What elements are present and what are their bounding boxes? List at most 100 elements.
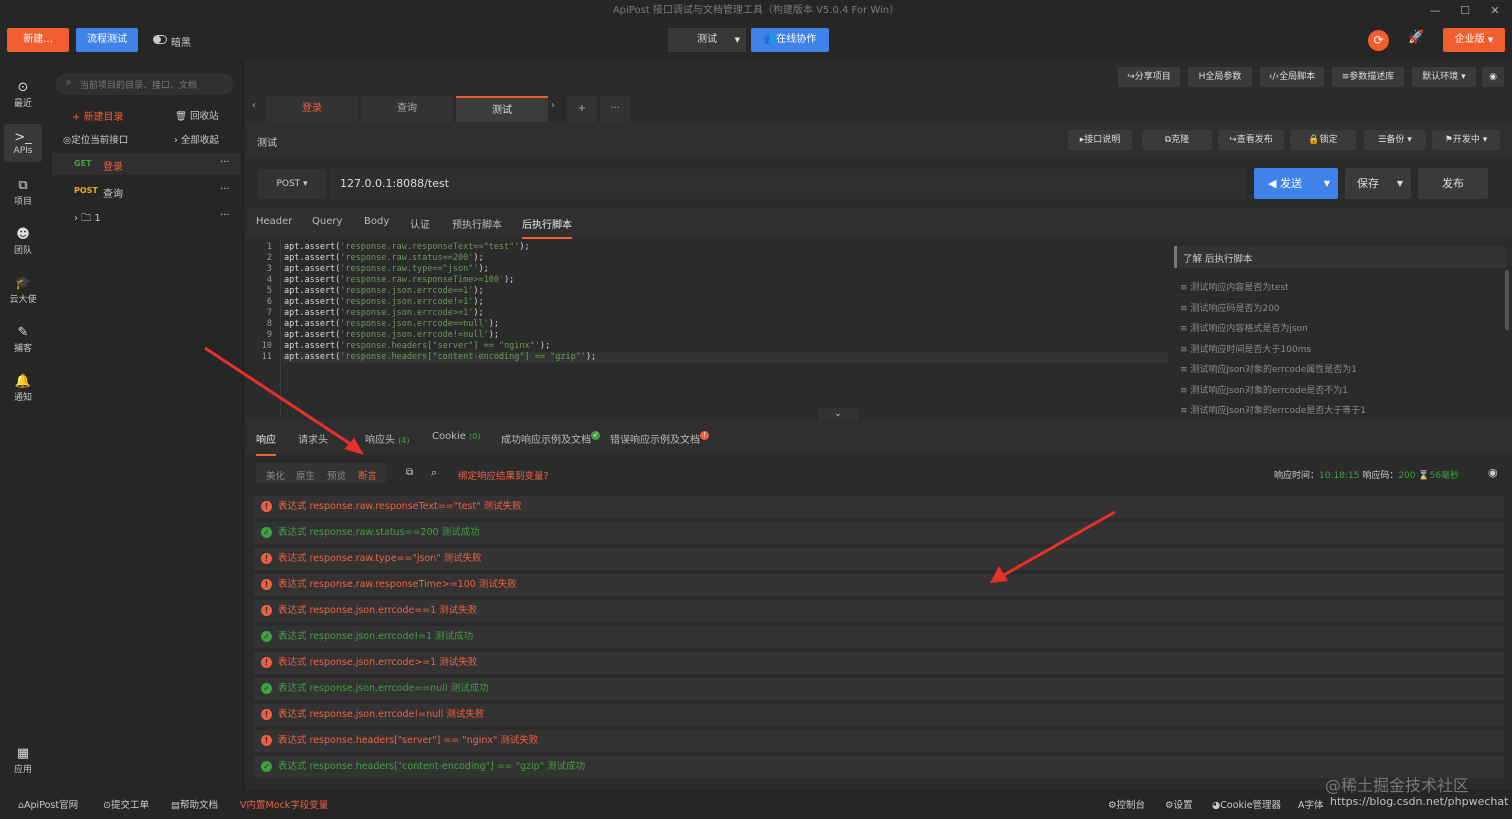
more-icon[interactable]: ··· bbox=[220, 184, 230, 195]
folder-row[interactable]: › 🗀 1 bbox=[74, 211, 101, 228]
enterprise-button[interactable]: 企业版 ▼ bbox=[1443, 28, 1505, 52]
code-line[interactable]: apt.assert('response.json.errcode>=1'); bbox=[284, 308, 484, 318]
nav-project[interactable]: ⧉ 项目 bbox=[0, 178, 46, 207]
code-line[interactable]: apt.assert('response.headers["server"] =… bbox=[284, 341, 550, 351]
tips-header-label[interactable]: 了解 后执行脚本 bbox=[1183, 251, 1253, 265]
tab-request-headers[interactable]: 请求头 bbox=[298, 431, 328, 446]
mode-pretty[interactable]: 美化 bbox=[266, 468, 285, 482]
mock-link[interactable]: V内置Mock字段变量 bbox=[240, 797, 328, 811]
settings-link[interactable]: ⚙设置 bbox=[1165, 797, 1193, 811]
nav-team[interactable]: ☻ 团队 bbox=[0, 227, 46, 256]
code-line[interactable]: apt.assert('response.headers["content-en… bbox=[284, 352, 596, 362]
method-select[interactable]: POST ▾ bbox=[258, 169, 326, 199]
tab-next-icon[interactable]: › bbox=[551, 100, 555, 111]
tree-item-query[interactable]: 查询 bbox=[103, 185, 123, 200]
code-line[interactable]: apt.assert('response.raw.type=="json"'); bbox=[284, 264, 489, 274]
mode-preview[interactable]: 预览 bbox=[327, 468, 346, 482]
nav-apps[interactable]: ▦ 应用 bbox=[0, 746, 46, 775]
tip-item[interactable]: ≡ 测试响应Json对象的errcode是否大于等于1 bbox=[1180, 403, 1366, 416]
maximize-button[interactable]: ☐ bbox=[1450, 0, 1480, 22]
env-select[interactable]: 测试 ▼ bbox=[668, 28, 746, 52]
console-link[interactable]: ⚙控制台 bbox=[1108, 797, 1145, 811]
locate-button[interactable]: ◎定位当前接口 bbox=[63, 132, 128, 146]
send-button[interactable]: ◀ 发送 ▼ bbox=[1254, 168, 1338, 199]
tab-more-button[interactable]: ··· bbox=[600, 96, 630, 122]
tree-search[interactable]: ⌕ 当前项目的目录、接口、文档 bbox=[56, 73, 234, 95]
code-line[interactable]: apt.assert('response.json.errcode!=1'); bbox=[284, 297, 484, 307]
tab-auth[interactable]: 认证 bbox=[410, 216, 430, 231]
minimize-button[interactable]: — bbox=[1420, 0, 1450, 22]
code-line[interactable]: apt.assert('response.raw.status==200'); bbox=[284, 253, 484, 263]
tab-post-script[interactable]: 后执行脚本 bbox=[522, 216, 572, 239]
copy-icon[interactable]: ⧉ bbox=[406, 467, 413, 478]
global-script-button[interactable]: ‹/›全局脚本 bbox=[1260, 67, 1324, 87]
search-input[interactable]: 当前项目的目录、接口、文档 bbox=[80, 78, 197, 91]
tip-item[interactable]: ≡ 测试响应Json对象的errcode属性是否为1 bbox=[1180, 362, 1357, 375]
param-desc-button[interactable]: ≡参数描述库 bbox=[1332, 67, 1404, 87]
tip-item[interactable]: ≡ 测试响应内容是否为test bbox=[1180, 280, 1289, 293]
tip-item[interactable]: ≡ 测试响应内容格式是否为json bbox=[1180, 321, 1308, 334]
api-name[interactable]: 测试 bbox=[257, 134, 277, 149]
clone-button[interactable]: ⧉克隆 bbox=[1142, 130, 1212, 150]
share-project-button[interactable]: ↪分享项目 bbox=[1118, 67, 1180, 87]
tab-cookie[interactable]: Cookie (0) bbox=[432, 431, 480, 442]
close-button[interactable]: ✕ bbox=[1480, 0, 1510, 22]
tab-body[interactable]: Body bbox=[364, 216, 389, 227]
font-link[interactable]: A字体 bbox=[1298, 797, 1324, 811]
tab-prev-icon[interactable]: ‹ bbox=[252, 100, 256, 111]
tab-test[interactable]: 测试 bbox=[456, 96, 548, 122]
sync-icon[interactable]: ⟳ bbox=[1368, 30, 1389, 51]
tip-item[interactable]: ≡ 测试响应时间是否大于100ms bbox=[1180, 342, 1311, 355]
settings-icon[interactable]: ◉ bbox=[1488, 466, 1498, 479]
url-input[interactable]: 127.0.0.1:8088/test bbox=[330, 169, 1246, 199]
publish-button[interactable]: 发布 bbox=[1418, 168, 1488, 199]
mode-assert[interactable]: 断言 bbox=[358, 468, 377, 482]
new-dir-button[interactable]: + 新建目录 bbox=[72, 108, 124, 123]
tab-header[interactable]: Header bbox=[256, 216, 292, 227]
status-select[interactable]: ⚑开发中 ▾ bbox=[1432, 130, 1500, 150]
more-icon[interactable]: ··· bbox=[220, 210, 230, 221]
website-link[interactable]: ⌂ApiPost官网 bbox=[18, 797, 78, 811]
collapse-button[interactable]: › 全部收起 bbox=[174, 132, 219, 146]
tree-item-login[interactable]: 登录 bbox=[103, 158, 123, 173]
tab-query[interactable]: 查询 bbox=[361, 96, 453, 122]
tip-item[interactable]: ≡ 测试响应码是否为200 bbox=[1180, 301, 1280, 314]
tab-error-example[interactable]: 错误响应示例及文档! bbox=[610, 431, 709, 446]
tab-query-params[interactable]: Query bbox=[312, 216, 342, 227]
tab-login[interactable]: 登录 bbox=[266, 96, 358, 122]
tab-response-headers[interactable]: 响应头 (4) bbox=[365, 431, 410, 446]
eye-icon[interactable]: ◉ bbox=[1482, 67, 1504, 87]
tab-pre-script[interactable]: 预执行脚本 bbox=[452, 216, 502, 231]
tab-add-button[interactable]: + bbox=[567, 96, 597, 122]
global-params-button[interactable]: H全局参数 bbox=[1188, 67, 1252, 87]
tip-item[interactable]: ≡ 测试响应Json对象的errcode是否不为1 bbox=[1180, 383, 1348, 396]
recycle-button[interactable]: 🗑 回收站 bbox=[175, 108, 219, 122]
rocket-icon[interactable]: 🚀 bbox=[1408, 30, 1424, 45]
code-line[interactable]: apt.assert('response.json.errcode!=null'… bbox=[284, 330, 499, 340]
mode-raw[interactable]: 原生 bbox=[296, 468, 315, 482]
lock-button[interactable]: 🔒锁定 bbox=[1290, 130, 1356, 150]
nav-recent[interactable]: ⊙ 最近 bbox=[0, 80, 46, 109]
search-icon[interactable]: ⌕ bbox=[431, 466, 437, 480]
bind-variable-link[interactable]: 绑定响应结果到变量? bbox=[458, 468, 549, 482]
save-button[interactable]: 保存 ▼ bbox=[1345, 168, 1411, 199]
more-icon[interactable]: ··· bbox=[220, 157, 230, 168]
code-line[interactable]: apt.assert('response.json.errcode==1'); bbox=[284, 286, 484, 296]
tab-response[interactable]: 响应 bbox=[256, 431, 276, 456]
nav-capture[interactable]: ✎ 捕客 bbox=[0, 325, 46, 354]
collapse-editor-icon[interactable]: ⌄ bbox=[818, 408, 858, 420]
nav-ambassador[interactable]: 🎓 云大使 bbox=[0, 276, 46, 305]
help-link[interactable]: ▤帮助文档 bbox=[171, 797, 218, 811]
ticket-link[interactable]: ⊙提交工单 bbox=[103, 797, 149, 811]
nav-apis[interactable]: >_ APIs bbox=[0, 130, 46, 156]
default-env-select[interactable]: 默认环境 ▾ bbox=[1412, 67, 1476, 87]
code-line[interactable]: apt.assert('response.raw.responseText=="… bbox=[284, 242, 530, 252]
backup-button[interactable]: ☰备份 ▾ bbox=[1364, 130, 1426, 150]
view-publish-button[interactable]: ↪查看发布 bbox=[1218, 130, 1284, 150]
scrollbar[interactable] bbox=[1505, 270, 1509, 330]
code-line[interactable]: apt.assert('response.raw.responseTime>=1… bbox=[284, 275, 514, 285]
new-button[interactable]: 新建... bbox=[7, 28, 69, 52]
tab-success-example[interactable]: 成功响应示例及文档 ✓ bbox=[501, 431, 600, 446]
cookie-manager-link[interactable]: ◕Cookie管理器 bbox=[1212, 797, 1281, 811]
collab-button[interactable]: 👥在线协作 bbox=[751, 28, 829, 52]
